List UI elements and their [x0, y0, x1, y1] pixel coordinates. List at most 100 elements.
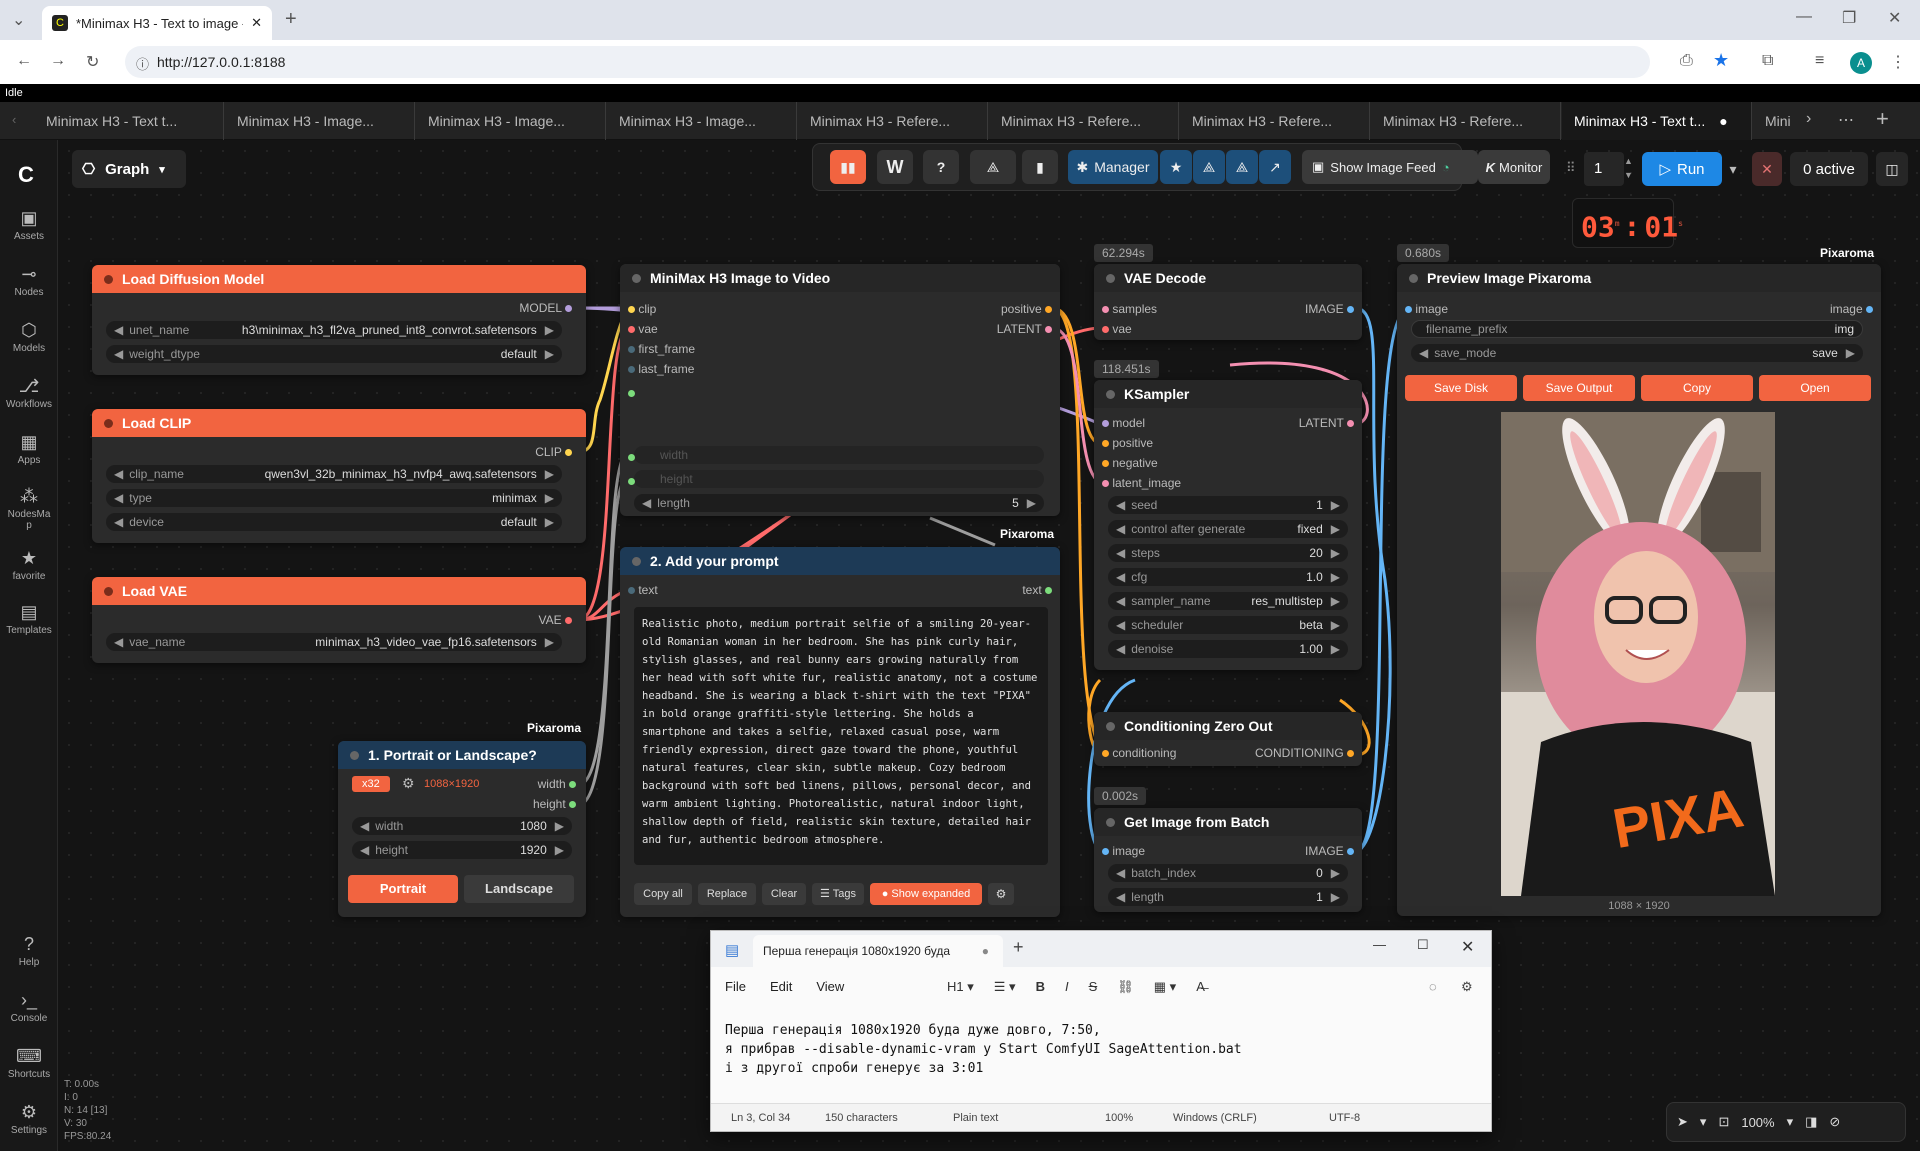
widget-type[interactable]: ◀ type minimax ▶: [106, 489, 562, 507]
save-disk-button[interactable]: Save Disk: [1405, 375, 1517, 401]
graph-breadcrumb[interactable]: ⎔ Graph ▾: [72, 150, 186, 188]
pointer-icon[interactable]: ➤: [1677, 1114, 1688, 1130]
gear-icon[interactable]: ⚙: [1461, 979, 1473, 995]
widget-length[interactable]: ◀ length 1 ▶: [1108, 888, 1348, 906]
widget-seed[interactable]: ◀ seed 1 ▶: [1108, 496, 1348, 514]
widget-sampler-name[interactable]: ◀ sampler_name res_multistep ▶: [1108, 592, 1348, 610]
input-last-frame[interactable]: last_frame: [628, 362, 694, 376]
node-load-vae[interactable]: Load VAE VAE ◀ vae_name minimax_h3_video_v…: [92, 577, 586, 663]
input-positive[interactable]: positive: [1102, 436, 1153, 450]
widget-save-mode[interactable]: ◀ save_mode save ▶: [1411, 344, 1863, 362]
input-samples[interactable]: samples: [1102, 302, 1157, 316]
widget-batch-index[interactable]: ◀ batch_index 0 ▶: [1108, 864, 1348, 882]
list-icon[interactable]: ☰ ▾: [994, 979, 1016, 995]
output-model[interactable]: MODEL: [519, 301, 572, 315]
output-positive[interactable]: positive: [1001, 302, 1052, 316]
height-port[interactable]: [628, 473, 635, 488]
open-button[interactable]: Open: [1759, 375, 1871, 401]
notepad-text-area[interactable]: Перша генерація 1080x1920 буда дуже довг…: [725, 1021, 1242, 1078]
node-load-diffusion-model[interactable]: Load Diffusion Model MODEL ◀ unet_name h3\…: [92, 265, 586, 375]
landscape-button[interactable]: Landscape: [464, 875, 574, 903]
active-queue-label[interactable]: 0 active: [1790, 152, 1868, 186]
input-vae[interactable]: vae: [1102, 322, 1132, 336]
node-load-clip[interactable]: Load CLIP CLIP ◀ clip_name qwen3vl_32b_min…: [92, 409, 586, 543]
zoom-level[interactable]: 100%: [1741, 1115, 1774, 1130]
input-image[interactable]: image: [1102, 844, 1145, 858]
menu-view[interactable]: View: [816, 979, 844, 994]
gear-icon[interactable]: ⚙: [402, 775, 415, 792]
input-vae[interactable]: vae: [628, 322, 658, 336]
copilot-icon[interactable]: ◌: [1429, 979, 1437, 994]
widget-vae-name[interactable]: ◀ vae_name minimax_h3_video_vae_fp16.safet…: [106, 633, 562, 651]
input-first-frame[interactable]: first_frame: [628, 342, 695, 356]
output-image[interactable]: IMAGE: [1305, 302, 1354, 316]
italic-icon[interactable]: I: [1065, 979, 1069, 995]
copy-button[interactable]: Copy: [1641, 375, 1753, 401]
clear-button[interactable]: Clear: [762, 883, 806, 905]
generated-image[interactable]: PIXA: [1501, 412, 1775, 896]
manager-button[interactable]: ✱ Manager: [1068, 150, 1158, 184]
widget-control-after-generate[interactable]: ◀ control after generate fixed ▶: [1108, 520, 1348, 538]
chevron-down-icon[interactable]: ▾: [1700, 1114, 1707, 1130]
node-vae-decode[interactable]: VAE Decode samples vae IMAGE: [1094, 264, 1362, 340]
minimap-icon[interactable]: ◨: [1805, 1114, 1817, 1130]
pyramid-small-icon[interactable]: ⟁: [1193, 150, 1225, 184]
input-image[interactable]: image: [1405, 302, 1448, 316]
save-output-button[interactable]: Save Output: [1523, 375, 1635, 401]
table-icon[interactable]: ▦ ▾: [1154, 979, 1176, 995]
input-negative[interactable]: negative: [1102, 456, 1158, 470]
menu-edit[interactable]: Edit: [770, 979, 792, 994]
widget-height-input[interactable]: height: [634, 470, 1044, 488]
close-icon[interactable]: ✕: [1461, 937, 1474, 957]
copy-all-button[interactable]: Copy all: [634, 883, 692, 905]
bold-icon[interactable]: B: [1036, 979, 1045, 995]
output-latent[interactable]: LATENT: [1299, 416, 1354, 430]
maximize-icon[interactable]: ☐: [1417, 937, 1429, 953]
strikethrough-icon[interactable]: S: [1089, 979, 1098, 995]
portrait-button[interactable]: Portrait: [348, 875, 458, 903]
node-get-image-from-batch[interactable]: Get Image from Batch image IMAGE ◀ batch_…: [1094, 808, 1362, 912]
node-ksampler[interactable]: KSampler model positive negative latent_…: [1094, 380, 1362, 670]
star-icon[interactable]: ★: [1160, 150, 1192, 184]
input-model[interactable]: model: [1102, 416, 1145, 430]
new-tab-icon[interactable]: +: [1013, 937, 1024, 958]
multiplier-badge[interactable]: x32: [352, 776, 390, 792]
drag-handle-icon[interactable]: ⠿: [1566, 160, 1576, 176]
input-conditioning[interactable]: conditioning: [1102, 746, 1176, 760]
w-icon[interactable]: W: [877, 150, 913, 184]
minimize-icon[interactable]: —: [1373, 937, 1386, 952]
widget-length[interactable]: ◀ length 5 ▶: [634, 494, 1044, 512]
widget-unet-name[interactable]: ◀ unet_name h3\minimax_h3_fl2va_pruned_int…: [106, 321, 562, 339]
output-text[interactable]: text: [1022, 583, 1052, 597]
menu-file[interactable]: File: [725, 979, 746, 994]
widget-denoise[interactable]: ◀ denoise 1.00 ▶: [1108, 640, 1348, 658]
widget-width-input[interactable]: width: [634, 446, 1044, 464]
output-image[interactable]: image: [1830, 302, 1873, 316]
fit-view-icon[interactable]: ⊡: [1718, 1114, 1729, 1130]
node-portrait-landscape[interactable]: 1. Portrait or Landscape? x32 ⚙ 1088×192…: [338, 741, 586, 917]
chevron-down-icon[interactable]: ▾: [1787, 1114, 1794, 1130]
output-latent[interactable]: LATENT: [997, 322, 1052, 336]
replace-button[interactable]: Replace: [698, 883, 756, 905]
output-vae[interactable]: VAE: [539, 613, 572, 627]
share-icon[interactable]: ↗: [1259, 150, 1291, 184]
widget-clip-name[interactable]: ◀ clip_name qwen3vl_32b_minimax_h3_nvfp4_a…: [106, 465, 562, 483]
input-clip[interactable]: clip: [628, 302, 656, 316]
link-icon[interactable]: ⛓: [1117, 979, 1134, 995]
input-extra[interactable]: [628, 386, 635, 400]
run-options-chevron-icon[interactable]: ▾: [1722, 152, 1744, 186]
widget-height[interactable]: ◀ height 1920 ▶: [352, 841, 572, 859]
pyramid-alt-icon[interactable]: ⟁: [1226, 150, 1258, 184]
waveform-icon[interactable]: ▮▮: [830, 150, 866, 184]
input-text[interactable]: text: [628, 583, 658, 597]
heading-select[interactable]: H1 ▾: [947, 979, 974, 995]
widget-scheduler[interactable]: ◀ scheduler beta ▶: [1108, 616, 1348, 634]
batch-count-input[interactable]: 1: [1584, 152, 1624, 186]
notepad-tab[interactable]: Перша генерація 1080x1920 буда ●: [753, 935, 1003, 967]
clear-format-icon[interactable]: A̶: [1196, 979, 1205, 995]
node-add-prompt[interactable]: 2. Add your prompt text text Realistic p…: [620, 547, 1060, 917]
prompt-textarea[interactable]: Realistic photo, medium portrait selfie …: [634, 607, 1048, 865]
node-preview-image[interactable]: Preview Image Pixaroma image image filen…: [1397, 264, 1881, 916]
hide-links-icon[interactable]: ⊘: [1829, 1114, 1840, 1130]
widget-weight-dtype[interactable]: ◀ weight_dtype default ▶: [106, 345, 562, 363]
